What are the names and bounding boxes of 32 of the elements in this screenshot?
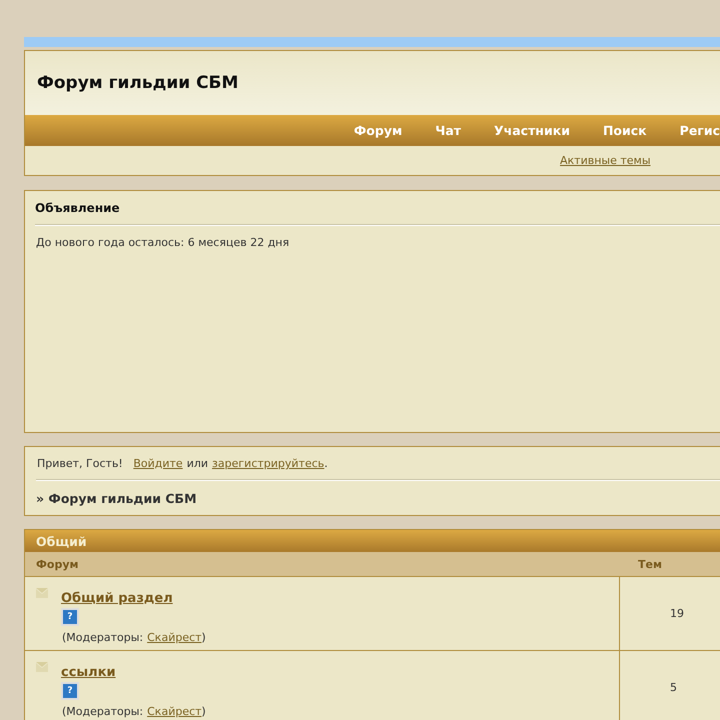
nav-link[interactable]: Поиск bbox=[586, 123, 664, 138]
forum-title: Форум гильдии СБМ bbox=[37, 73, 238, 93]
moderator-link[interactable]: Скайрест bbox=[147, 705, 202, 718]
nav-link[interactable]: Форум bbox=[337, 123, 419, 138]
period-text: . bbox=[324, 457, 328, 470]
announcement-title: Объявление bbox=[35, 201, 121, 215]
breadcrumb: » Форум гильдии СБМ bbox=[36, 491, 198, 506]
greeting-text: Привет, Гость! bbox=[37, 457, 123, 470]
column-header: Тем bbox=[637, 558, 663, 570]
topic-count: 19 bbox=[670, 607, 684, 620]
moderators-label: (Модераторы: bbox=[62, 705, 144, 718]
active-topics-link[interactable]: Активные темы bbox=[560, 154, 651, 167]
moderators-label: (Модераторы: bbox=[62, 631, 144, 644]
announcement-text: До нового года осталось: 6 месяцев 22 дня bbox=[35, 236, 290, 249]
paren-text: ) bbox=[202, 705, 206, 718]
envelope-icon bbox=[36, 588, 48, 598]
nav-link[interactable]: Участники bbox=[478, 123, 586, 138]
category-title: Общий bbox=[36, 534, 87, 548]
forum-link[interactable]: ссылки bbox=[61, 665, 116, 680]
column-header: Форум bbox=[35, 558, 80, 570]
or-text: или bbox=[186, 457, 208, 470]
envelope-icon bbox=[36, 662, 48, 672]
help-icon: ? bbox=[61, 682, 79, 700]
moderator-link[interactable]: Скайрест bbox=[147, 631, 202, 644]
nav-link[interactable]: Регис bbox=[663, 123, 720, 138]
login-link[interactable]: Войдите bbox=[133, 457, 183, 470]
paren-text: ) bbox=[202, 631, 206, 644]
nav-link[interactable]: Чат bbox=[418, 123, 478, 138]
topic-count: 5 bbox=[670, 681, 677, 694]
register-link[interactable]: зарегистрируйтесь bbox=[212, 457, 324, 470]
help-icon: ? bbox=[61, 608, 79, 626]
forum-link[interactable]: Общий раздел bbox=[61, 591, 173, 606]
